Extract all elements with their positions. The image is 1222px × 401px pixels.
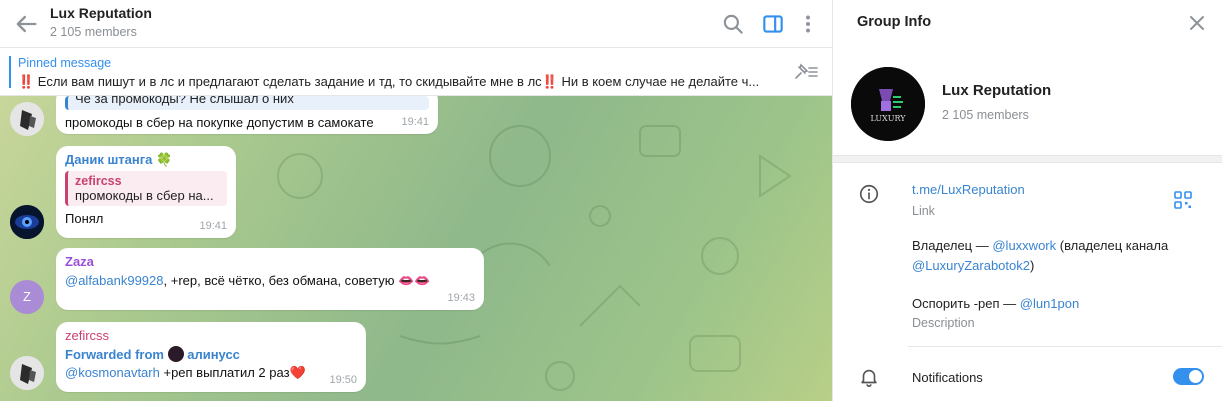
description-text: Оспорить -реп — <box>912 296 1020 311</box>
message-content: @kosmonavtarh +реп выплатил 2 раз❤️ <box>65 364 357 382</box>
reply-text: промокоды в сбер на... <box>75 188 214 203</box>
chat-header[interactable]: Lux Reputation 2 105 members <box>0 0 832 48</box>
forwarded-label: Forwarded from <box>65 347 164 362</box>
description-line: @LuxuryZarabotok2) <box>912 258 1034 273</box>
message-bubble[interactable]: Zaza @alfabank99928, +rep, всё чётко, бе… <box>56 248 484 310</box>
message-bubble[interactable]: Че за промокоды? Не слышал о них промоко… <box>56 96 438 134</box>
description-text: (владелец канала <box>1056 238 1169 253</box>
chat-title[interactable]: Lux Reputation <box>50 5 152 21</box>
close-icon[interactable] <box>1185 11 1209 35</box>
mention-link[interactable]: @kosmonavtarh <box>65 365 160 380</box>
pinned-label: Pinned message <box>18 56 112 70</box>
message-text: , +rep, всё чётко, без обмана, советую <box>163 273 395 288</box>
message-text: +реп выплатил 2 раз <box>159 365 290 380</box>
description-label: Description <box>912 316 975 330</box>
link-label: Link <box>912 204 935 218</box>
avatar[interactable]: Z <box>10 280 44 314</box>
mention-link[interactable]: @alfabank99928 <box>65 273 164 288</box>
emoji: ❤️ <box>289 365 306 380</box>
qr-code-icon[interactable] <box>1173 190 1193 210</box>
sender-name[interactable]: zefircss <box>65 328 357 343</box>
message-content: @alfabank99928, +rep, всё чётко, без обм… <box>65 272 475 290</box>
group-info-panel: Group Info LUXURY Lux Reputation 2 105 m… <box>832 0 1222 401</box>
notifications-toggle[interactable] <box>1173 368 1204 385</box>
info-icon <box>859 184 879 204</box>
group-link[interactable]: t.me/LuxReputation <box>912 182 1025 197</box>
bell-icon <box>861 369 877 387</box>
forwarded-header[interactable]: Forwarded from алинусс <box>65 346 357 364</box>
description-line: Оспорить -реп — @lun1pon <box>912 296 1079 311</box>
reply-sender: zefircss <box>75 174 122 188</box>
divider <box>908 346 1222 347</box>
group-name: Lux Reputation <box>942 82 1052 99</box>
emoji: 👄👄 <box>398 273 431 288</box>
sender-name[interactable]: Zaza <box>65 254 475 269</box>
search-icon[interactable] <box>720 11 746 37</box>
message-time: 19:43 <box>447 292 475 304</box>
description-text: Владелец — <box>912 238 993 253</box>
more-vertical-icon[interactable] <box>795 11 821 37</box>
message-text: промокоды в сбер на покупке допустим в с… <box>65 115 374 130</box>
pinned-text: ‼️ Если вам пишут и в лс и предлагают сд… <box>18 74 760 89</box>
chat-column: Lux Reputation 2 105 members Pinned mess… <box>0 0 832 401</box>
group-members: 2 105 members <box>942 108 1029 122</box>
sender-name[interactable]: Даник штанга 🍀 <box>65 152 227 168</box>
pinned-message-bar[interactable]: Pinned message ‼️ Если вам пишут и в лс … <box>0 48 832 96</box>
message-time: 19:41 <box>199 220 227 232</box>
avatar[interactable] <box>10 102 44 136</box>
mention-link[interactable]: @lun1pon <box>1020 296 1079 311</box>
message-bubble[interactable]: Даник штанга 🍀 zefircss промокоды в сбер… <box>56 146 236 238</box>
back-arrow-icon[interactable] <box>12 10 40 38</box>
pin-list-icon[interactable] <box>792 60 820 84</box>
pinned-indicator <box>9 56 11 88</box>
notifications-label: Notifications <box>912 370 983 385</box>
mention-link[interactable]: @luxxwork <box>992 238 1056 253</box>
group-avatar[interactable]: LUXURY <box>851 67 925 141</box>
panel-title: Group Info <box>857 14 932 30</box>
reply-preview[interactable]: zefircss промокоды в сбер на... <box>65 171 227 206</box>
toggle-knob <box>1189 370 1202 383</box>
messages-area[interactable]: Че за промокоды? Не слышал о них промоко… <box>0 96 832 401</box>
reply-text: Че за промокоды? Не слышал о них <box>75 96 294 106</box>
avatar-logo-text: LUXURY <box>870 114 906 123</box>
avatar[interactable] <box>10 356 44 390</box>
mention-link[interactable]: @LuxuryZarabotok2 <box>912 258 1030 273</box>
section-divider <box>833 155 1222 163</box>
reply-preview[interactable]: Че за промокоды? Не слышал о них <box>65 96 429 110</box>
forwarded-name: алинусс <box>187 347 240 362</box>
sidebar-panel-icon[interactable] <box>760 11 786 37</box>
avatar[interactable] <box>10 205 44 239</box>
chat-members-count: 2 105 members <box>50 25 137 39</box>
message-time: 19:50 <box>329 374 357 386</box>
message-bubble[interactable]: zefircss Forwarded from алинусс @kosmona… <box>56 322 366 392</box>
forwarded-avatar <box>167 346 184 362</box>
description-text: ) <box>1029 258 1035 273</box>
description-line: Владелец — @luxxwork (владелец канала <box>912 238 1168 253</box>
message-time: 19:41 <box>401 116 429 128</box>
